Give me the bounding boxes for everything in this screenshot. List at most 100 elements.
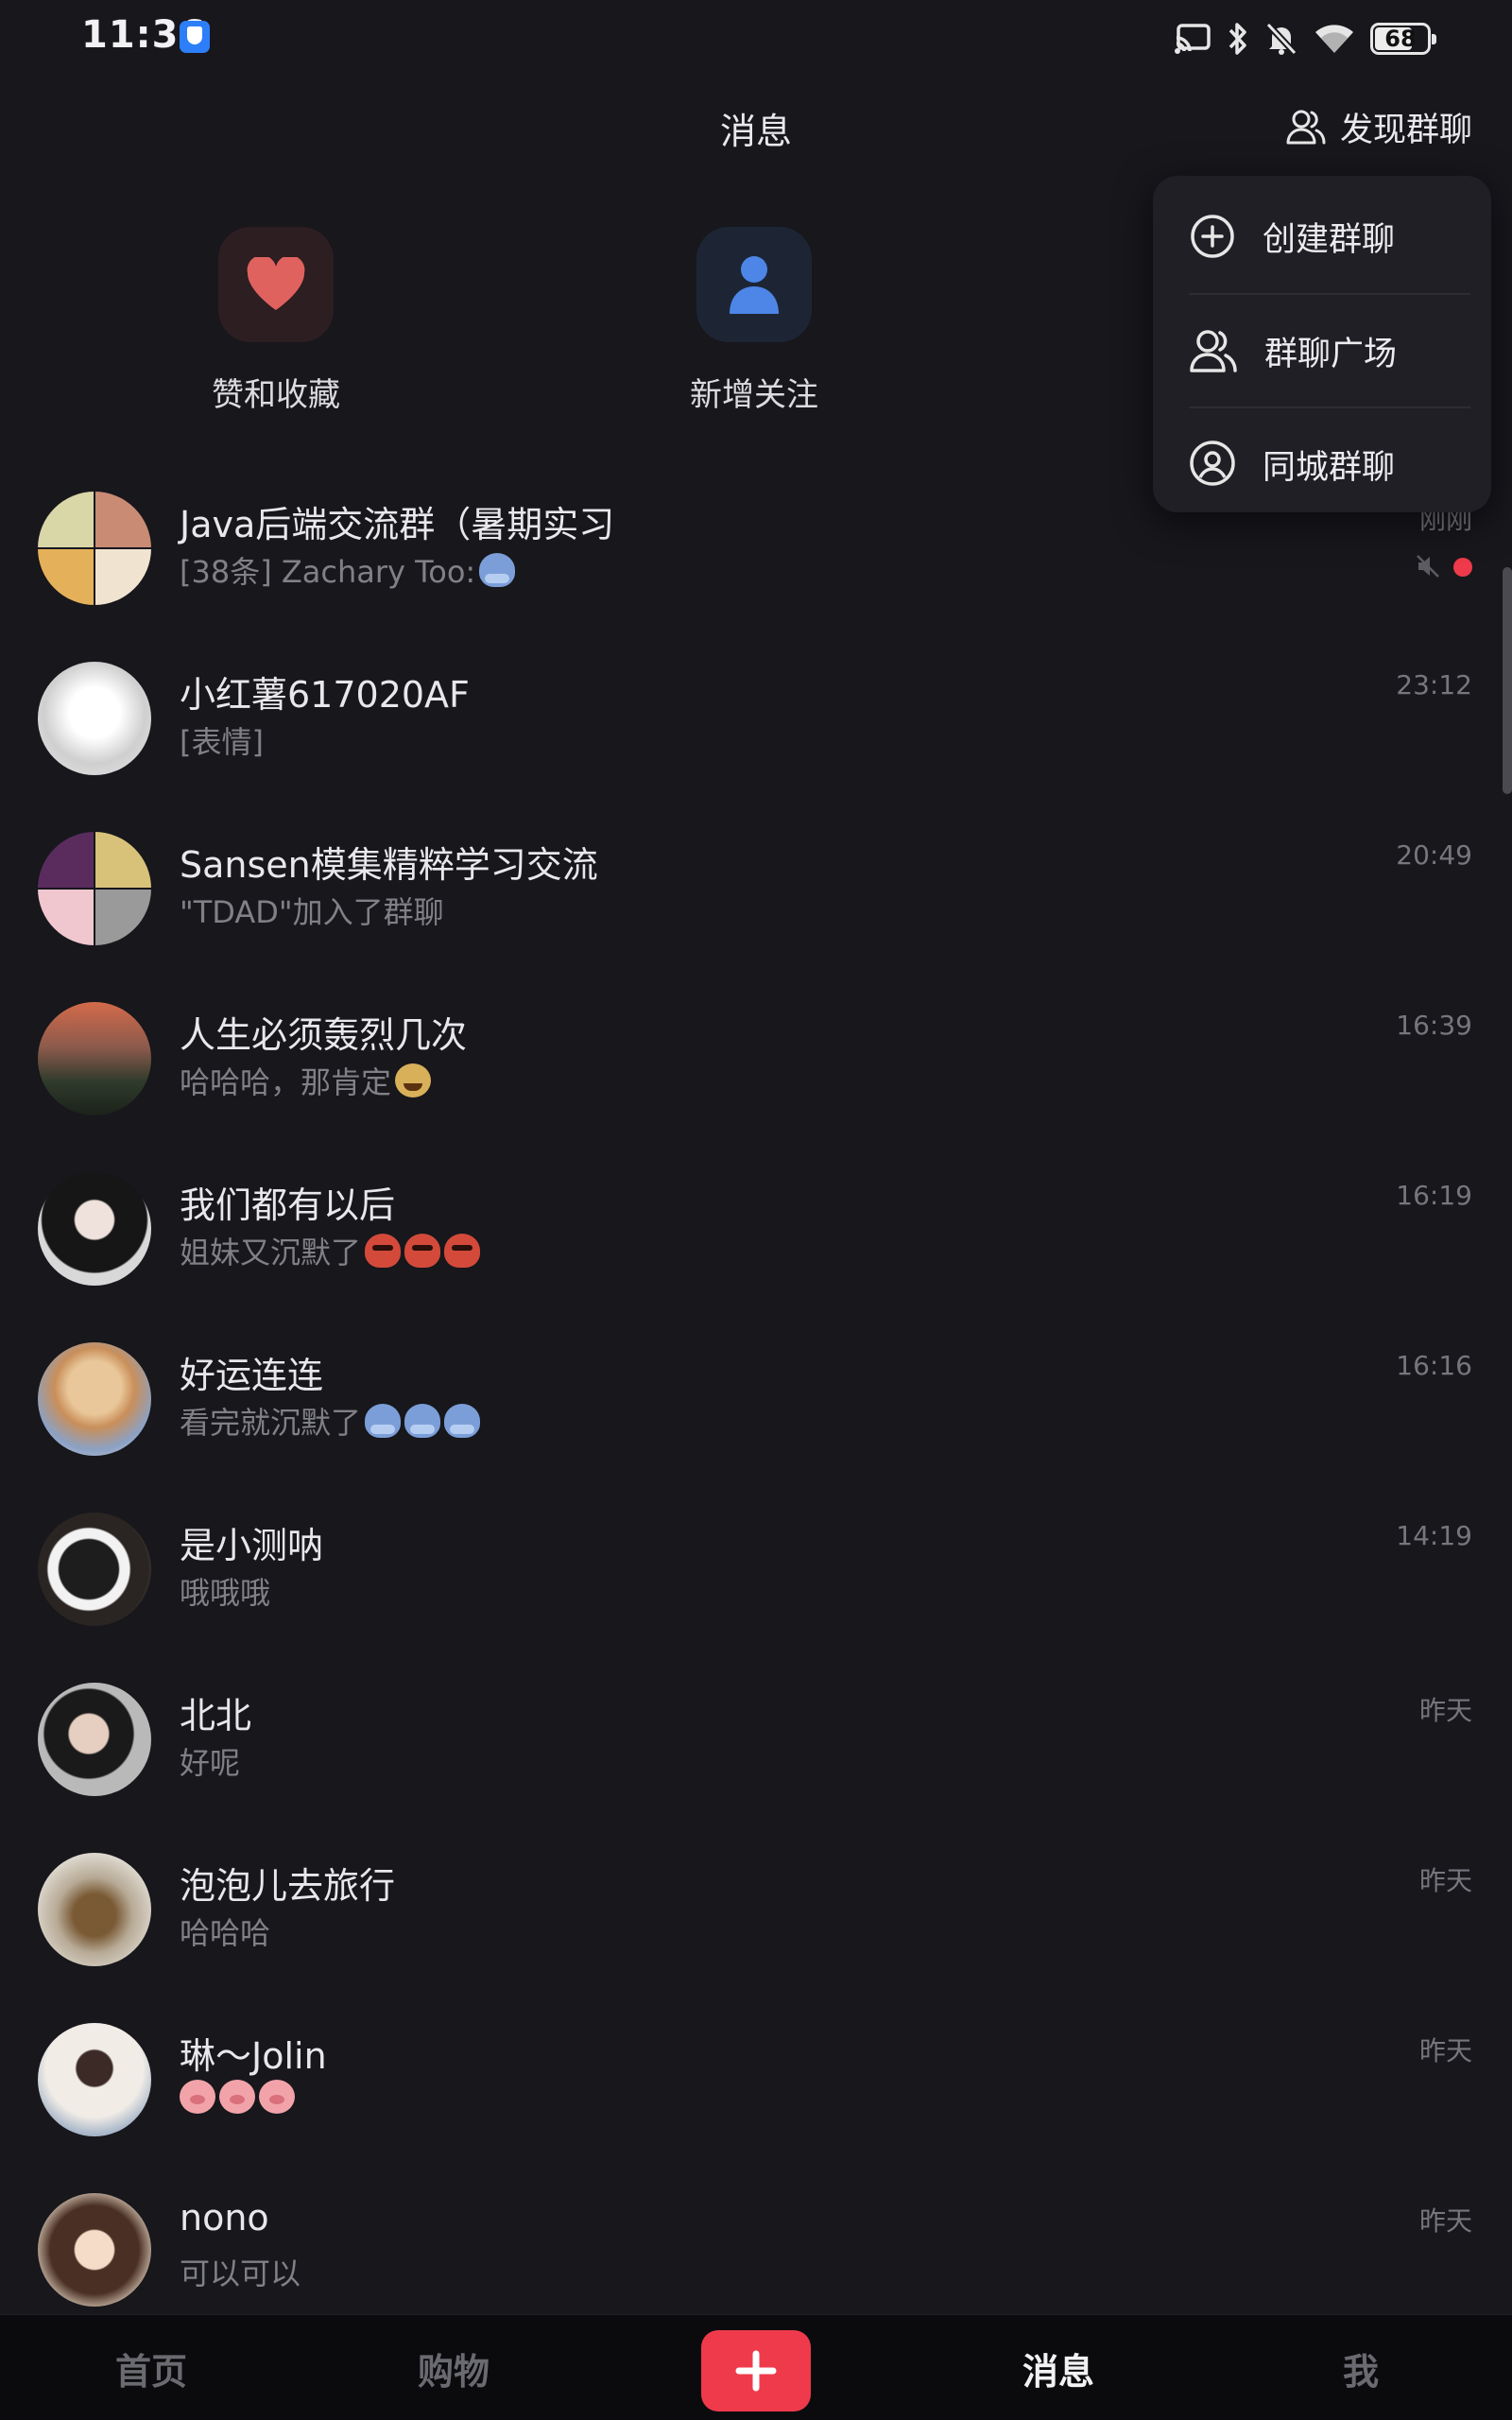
wifi-icon	[1315, 25, 1353, 53]
conversation-name: 泡泡儿去旅行	[180, 1865, 396, 1907]
create-group-chat-item[interactable]: 创建群聊	[1189, 180, 1470, 293]
conversation-name: Java后端交流群（暑期实习	[180, 504, 615, 545]
group-avatar	[38, 492, 151, 605]
conversation-preview: 哈哈哈，那肯定	[180, 1059, 432, 1102]
discover-group-chats-button[interactable]: 发现群聊	[1285, 98, 1472, 155]
location-icon	[1190, 441, 1235, 486]
angry-emoji-icon	[365, 1234, 402, 1268]
conversation-time: 16:16	[1396, 1350, 1472, 1381]
conversation-time: 昨天	[1418, 2035, 1472, 2066]
heart-icon	[218, 227, 334, 342]
user-avatar	[38, 2023, 151, 2136]
conversation-preview: "TDAD"加入了群聊	[180, 894, 444, 930]
bottom-navigation: 首页 购物 消息 我	[0, 2314, 1512, 2420]
pig-emoji-icon	[180, 2080, 215, 2114]
preview-text: 哈哈哈，那肯定	[180, 1064, 392, 1100]
user-avatar	[38, 1853, 151, 1966]
plus-icon	[735, 2350, 777, 2392]
user-avatar	[38, 1342, 151, 1456]
conversation-name: 小红薯617020AF	[180, 674, 470, 716]
conversation-name: 人生必须轰烈几次	[180, 1014, 468, 1056]
conversation-row[interactable]: 人生必须轰烈几次 哈哈哈，那肯定 16:39	[0, 983, 1512, 1153]
conversation-name: 是小测呐	[180, 1525, 324, 1566]
plus-circle-icon	[1191, 215, 1234, 258]
unread-dot	[1453, 558, 1472, 577]
pig-emoji-icon	[219, 2080, 255, 2114]
preview-text: 姐妹又沉默了	[180, 1235, 362, 1270]
conversation-time: 16:39	[1396, 1010, 1472, 1041]
conversation-time: 20:49	[1396, 839, 1472, 871]
conversation-time: 23:12	[1396, 669, 1472, 700]
angry-emoji-icon	[404, 1234, 441, 1268]
conversation-row[interactable]: 泡泡儿去旅行 哈哈哈 昨天	[0, 1834, 1512, 2004]
shield-icon	[180, 21, 210, 53]
local-group-chat-item[interactable]: 同城群聊	[1189, 406, 1470, 520]
conversation-name: 琳～Jolin	[180, 2035, 327, 2077]
conversation-row[interactable]: 琳～Jolin 昨天	[0, 2004, 1512, 2174]
conversation-row[interactable]: 北北 好呢 昨天	[0, 1664, 1512, 1834]
scrollbar[interactable]	[1503, 567, 1512, 794]
crying-emoji-icon	[365, 1404, 402, 1438]
conversation-time: 14:19	[1396, 1520, 1472, 1551]
conversation-preview: 哦哦哦	[180, 1575, 271, 1611]
angry-emoji-icon	[444, 1234, 481, 1268]
grinning-emoji-icon	[395, 1063, 432, 1098]
conversation-row[interactable]: 小红薯617020AF [表情] 23:12	[0, 643, 1512, 813]
mute-icon	[1417, 555, 1439, 578]
users-icon	[1190, 330, 1237, 372]
status-icons: 68	[1174, 17, 1436, 60]
conversation-row[interactable]: 是小测呐 哦哦哦 14:19	[0, 1494, 1512, 1664]
conversation-name: 好运连连	[180, 1355, 324, 1396]
conversation-row[interactable]: 好运连连 看完就沉默了 16:16	[0, 1323, 1512, 1494]
conversation-time: 昨天	[1418, 2205, 1472, 2237]
nav-me[interactable]: 我	[1266, 2315, 1455, 2420]
user-avatar	[38, 1683, 151, 1796]
user-avatar	[38, 1512, 151, 1626]
users-icon	[1286, 110, 1326, 145]
nav-shopping[interactable]: 购物	[359, 2315, 548, 2420]
nav-home[interactable]: 首页	[57, 2315, 246, 2420]
nav-messages[interactable]: 消息	[964, 2315, 1153, 2420]
conversation-preview: 姐妹又沉默了	[180, 1229, 481, 1272]
conversation-time: 昨天	[1418, 1695, 1472, 1726]
battery-icon: 68	[1370, 23, 1436, 55]
conversation-name: 我们都有以后	[180, 1184, 396, 1226]
publish-button[interactable]	[701, 2330, 811, 2411]
local-group-chat-label: 同城群聊	[1263, 448, 1396, 487]
likes-and-favorites-shortcut[interactable]: 赞和收藏	[181, 227, 370, 415]
status-bar: 11:36 68	[0, 0, 1512, 76]
pig-emoji-icon	[259, 2080, 295, 2114]
conversation-time: 昨天	[1418, 1865, 1472, 1896]
conversation-preview	[180, 2080, 295, 2114]
conversation-preview: 可以可以	[180, 2256, 301, 2291]
mute-bell-icon	[1265, 22, 1297, 56]
new-followers-shortcut[interactable]: 新增关注	[660, 227, 849, 415]
conversation-preview: 好呢	[180, 1745, 241, 1781]
user-avatar	[38, 662, 151, 775]
likes-and-favorites-label: 赞和收藏	[212, 376, 340, 414]
cast-icon	[1175, 24, 1211, 54]
group-avatar	[38, 832, 151, 945]
conversation-time: 16:19	[1396, 1180, 1472, 1211]
user-avatar	[38, 1002, 151, 1115]
crying-emoji-icon	[479, 553, 516, 587]
crying-emoji-icon	[404, 1404, 441, 1438]
user-avatar	[38, 1172, 151, 1286]
user-avatar	[38, 2193, 151, 2307]
conversation-name: Sansen模集精粹学习交流	[180, 844, 598, 886]
group-chat-plaza-label: 群聊广场	[1264, 335, 1398, 373]
conversation-preview: 看完就沉默了	[180, 1399, 481, 1443]
create-group-chat-label: 创建群聊	[1263, 220, 1396, 259]
group-chat-plaza-item[interactable]: 群聊广场	[1189, 293, 1470, 406]
conversation-preview: 哈哈哈	[180, 1915, 271, 1951]
crying-emoji-icon	[444, 1404, 481, 1438]
group-chat-popup-menu: 创建群聊 群聊广场 同城群聊	[1153, 176, 1491, 512]
conversation-name: nono	[180, 2197, 269, 2238]
conversation-row[interactable]: 我们都有以后 姐妹又沉默了 16:19	[0, 1153, 1512, 1323]
conversation-preview: [表情]	[180, 724, 264, 760]
bluetooth-icon	[1228, 23, 1246, 55]
conversation-name: 北北	[180, 1695, 252, 1737]
discover-label: 发现群聊	[1339, 111, 1472, 149]
preview-text: [38条] Zachary Too:	[180, 554, 476, 590]
conversation-row[interactable]: Sansen模集精粹学习交流 "TDAD"加入了群聊 20:49	[0, 813, 1512, 983]
